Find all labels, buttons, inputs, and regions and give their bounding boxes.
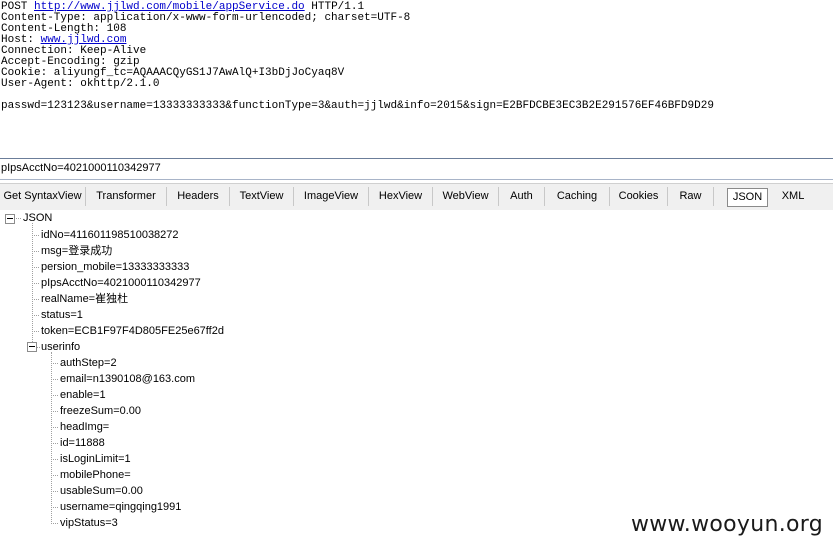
- tree-node-userinfo[interactable]: userinfo: [41, 340, 80, 354]
- tree-root-json[interactable]: JSON: [23, 211, 52, 225]
- collapse-userinfo-icon[interactable]: [27, 342, 37, 352]
- tree-node-isloginlimit[interactable]: isLoginLimit=1: [60, 452, 131, 466]
- tree-node-realname[interactable]: realName=崔独杜: [41, 292, 128, 306]
- tree-node-mobilephone[interactable]: mobilePhone=: [60, 468, 131, 482]
- tree-node-headimg[interactable]: headImg=: [60, 420, 109, 434]
- tab-get-syntaxview[interactable]: Get SyntaxView: [0, 187, 86, 206]
- tab-hexview[interactable]: HexView: [369, 187, 433, 206]
- watermark-text: www.wooyun.org: [630, 512, 823, 537]
- request-body: passwd=123123&username=13333333333&funct…: [1, 100, 714, 112]
- json-tree-view: JSON idNo=411601198510038272 msg=登录成功 pe…: [0, 210, 833, 555]
- tab-textview[interactable]: TextView: [230, 187, 294, 206]
- tree-node-id[interactable]: id=11888: [60, 436, 105, 450]
- tree-node-persion-mobile[interactable]: persion_mobile=13333333333: [41, 260, 189, 274]
- tree-node-authstep[interactable]: authStep=2: [60, 356, 117, 370]
- tab-json[interactable]: JSON: [727, 188, 768, 207]
- tree-node-usablesum[interactable]: usableSum=0.00: [60, 484, 143, 498]
- tab-transformer[interactable]: Transformer: [86, 187, 167, 206]
- tree-node-token[interactable]: token=ECB1F97F4D805FE25e67ff2d: [41, 324, 224, 338]
- user-agent-header: User-Agent: okhttp/2.1.0: [1, 78, 160, 90]
- tree-node-email[interactable]: email=n1390108@163.com: [60, 372, 195, 386]
- response-text: pIpsAcctNo=4021000110342977: [1, 162, 161, 174]
- tree-node-enable[interactable]: enable=1: [60, 388, 106, 402]
- tab-auth[interactable]: Auth: [499, 187, 545, 206]
- tab-headers[interactable]: Headers: [167, 187, 230, 206]
- tree-node-status[interactable]: status=1: [41, 308, 83, 322]
- tree-node-username[interactable]: username=qingqing1991: [60, 500, 181, 514]
- tab-cookies[interactable]: Cookies: [610, 187, 668, 206]
- tree-node-pipsacctno[interactable]: pIpsAcctNo=4021000110342977: [41, 276, 201, 290]
- response-inspector-tabs: Get SyntaxView Transformer Headers TextV…: [0, 183, 833, 211]
- tab-imageview[interactable]: ImageView: [294, 187, 369, 206]
- tab-xml[interactable]: XML: [768, 187, 818, 206]
- tree-node-vipstatus[interactable]: vipStatus=3: [60, 516, 118, 530]
- tree-node-msg[interactable]: msg=登录成功: [41, 244, 112, 258]
- tree-node-freezesum[interactable]: freezeSum=0.00: [60, 404, 141, 418]
- tab-raw[interactable]: Raw: [668, 187, 714, 206]
- tab-caching[interactable]: Caching: [545, 187, 610, 206]
- raw-request-panel: POST http://www.jjlwd.com/mobile/appServ…: [0, 0, 833, 156]
- tab-webview[interactable]: WebView: [433, 187, 499, 206]
- collapse-root-icon[interactable]: [5, 214, 15, 224]
- response-text-bar[interactable]: pIpsAcctNo=4021000110342977: [0, 158, 833, 180]
- tree-node-idno[interactable]: idNo=411601198510038272: [41, 228, 179, 242]
